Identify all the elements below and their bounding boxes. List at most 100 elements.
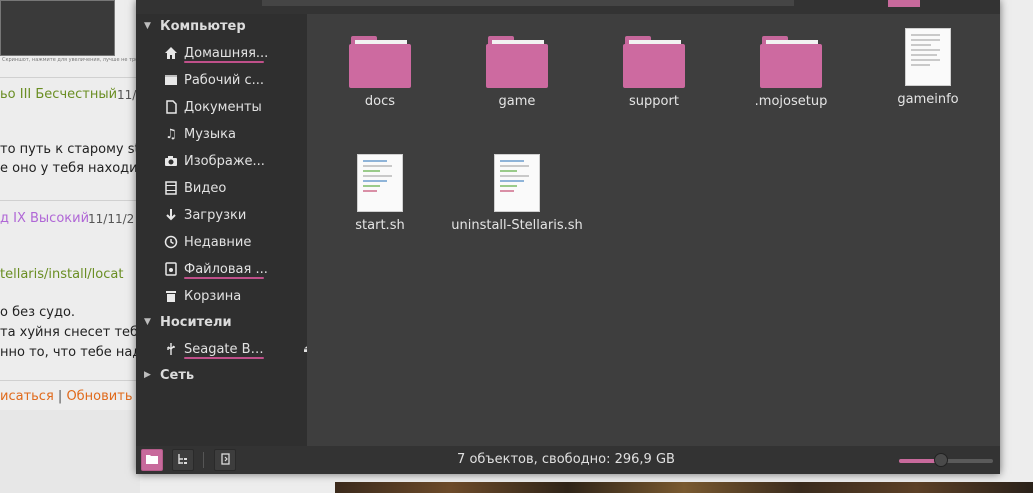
file-name: gameinfo [897, 92, 959, 107]
folder-icon [760, 36, 822, 88]
file-item-start-sh[interactable]: start.sh [311, 154, 449, 234]
sidebar-item-desktop[interactable]: Рабочий с... [163, 70, 303, 90]
file-name: game [498, 94, 536, 109]
download-icon [163, 207, 179, 223]
file-name: support [629, 94, 679, 109]
sidebar-item-label: Рабочий с... [184, 72, 265, 88]
post-text-line: е оно у тебя находит [0, 161, 146, 176]
folder-icon [623, 36, 685, 88]
sidebar-item-label: Файловая ... [184, 261, 268, 277]
status-bar: 7 объектов, свободно: 296,9 GB [136, 446, 1000, 474]
location-bar[interactable] [262, 0, 794, 6]
sidebar-toggle-icon [219, 452, 231, 468]
post-date: 11/11/2 [88, 212, 135, 226]
toolbar [136, 0, 1000, 14]
file-manager-window: ▼ Компьютер Домашняя... Рабочий с... Док… [136, 0, 1000, 474]
sidebar-item-label: Загрузки [184, 207, 247, 223]
sidebar-section-devices[interactable]: ▼ Носители [144, 312, 232, 332]
file-name: uninstall-Stellaris.sh [451, 218, 583, 233]
refresh-link[interactable]: Обновить [66, 389, 132, 404]
sidebar-item-pictures[interactable]: Изображе... [163, 151, 303, 171]
file-name: docs [364, 94, 396, 109]
toggle-sidebar-button[interactable] [214, 449, 236, 471]
page-footer-area [0, 410, 140, 493]
folder-icon [486, 36, 548, 88]
file-view: docs game support .mojosetup gameinfo st… [307, 14, 1000, 446]
post-actions: исаться | Обновить | [0, 389, 141, 404]
sidebar-item-downloads[interactable]: Загрузки [163, 205, 303, 225]
section-label: Сеть [160, 367, 195, 383]
show-places-button[interactable] [141, 449, 163, 471]
sidebar-item-label: Домашняя... [184, 45, 269, 61]
file-item-gameinfo[interactable]: gameinfo [859, 28, 997, 108]
expanded-arrow-icon: ▼ [144, 21, 151, 31]
documents-icon [163, 99, 179, 115]
divider [203, 452, 204, 468]
sidebar-item-trash[interactable]: Корзина [163, 286, 303, 306]
tree-view-icon [177, 453, 189, 468]
sidebar-section-computer[interactable]: ▼ Компьютер [144, 16, 246, 36]
subscribe-link[interactable]: исаться [0, 389, 54, 404]
music-icon: ♫ [165, 126, 177, 142]
sidebar-item-label: Музыка [184, 126, 236, 142]
file-item-support[interactable]: support [585, 36, 723, 110]
post-text-line: та хуйня снесет теб [0, 325, 139, 340]
sidebar-item-filesystem[interactable]: Файловая ... [163, 259, 303, 279]
script-file-icon [494, 154, 540, 212]
screenshot-thumbnail[interactable] [0, 0, 115, 56]
sidebar-item-label: Seagate Ba... [184, 341, 270, 357]
sidebar-item-video[interactable]: Видео [163, 178, 303, 198]
sidebar-item-label: Корзина [184, 288, 242, 304]
sidebar-item-recent[interactable]: Недавние [163, 232, 303, 252]
sidebar-item-label: Видео [184, 180, 227, 196]
video-icon [163, 180, 179, 196]
expanded-arrow-icon: ▼ [144, 317, 151, 327]
sidebar-item-home[interactable]: Домашняя... [163, 43, 303, 63]
toolbar-button[interactable] [888, 0, 920, 7]
show-tree-button[interactable] [172, 449, 194, 471]
sidebar: ▼ Компьютер Домашняя... Рабочий с... Док… [136, 14, 313, 446]
home-icon [163, 45, 179, 61]
section-label: Компьютер [160, 18, 246, 34]
filesystem-icon [163, 261, 179, 277]
sidebar-item-documents[interactable]: Документы [163, 97, 303, 117]
post-path: tellaris/install/locat [0, 267, 124, 282]
folder-open-icon [146, 453, 158, 467]
post-text-line: о без судо. [0, 305, 76, 320]
status-text: 7 объектов, свободно: 296,9 GB [457, 452, 675, 467]
mounted-indicator [184, 61, 264, 63]
thumbnail-caption: Скриншот, нажмите для увеличения, лучше … [2, 57, 154, 63]
section-label: Носители [160, 314, 232, 330]
sidebar-item-seagate-drive[interactable]: Seagate Ba... ⏏ [163, 339, 313, 359]
sidebar-item-label: Недавние [184, 234, 252, 250]
usage-indicator [184, 357, 264, 359]
zoom-slider-handle[interactable] [934, 453, 948, 467]
sidebar-item-music[interactable]: ♫ Музыка [163, 124, 303, 144]
post-text-line: нно то, что тебе над [0, 345, 142, 360]
sidebar-section-network[interactable]: ▶ Сеть [144, 365, 194, 385]
trash-icon [163, 288, 179, 304]
post-date: 11/ [117, 88, 137, 102]
collapsed-arrow-icon: ▶ [144, 370, 151, 380]
file-name: start.sh [355, 218, 405, 233]
file-item-uninstall-stellaris-sh[interactable]: uninstall-Stellaris.sh [448, 154, 586, 234]
separator: | [57, 389, 63, 404]
folder-icon [349, 36, 411, 88]
file-item-docs[interactable]: docs [311, 36, 449, 110]
zoom-slider[interactable] [899, 453, 993, 467]
post-author[interactable]: д IX Высокий [0, 211, 89, 226]
file-item-mojosetup[interactable]: .mojosetup [722, 36, 860, 110]
sidebar-item-label: Документы [184, 99, 262, 115]
divider [0, 380, 140, 381]
post-author[interactable]: ьо III Бесчестный [0, 87, 117, 102]
text-document-icon [905, 28, 951, 86]
file-name: .mojosetup [754, 94, 828, 109]
camera-icon [163, 153, 179, 169]
file-item-game[interactable]: game [448, 36, 586, 110]
post-text-line: то путь к старому ste [0, 142, 148, 157]
game-banner-image [335, 482, 1033, 493]
divider [0, 77, 140, 78]
sidebar-item-label: Изображе... [184, 153, 265, 169]
usage-indicator [184, 277, 264, 279]
desktop-icon [163, 72, 179, 88]
